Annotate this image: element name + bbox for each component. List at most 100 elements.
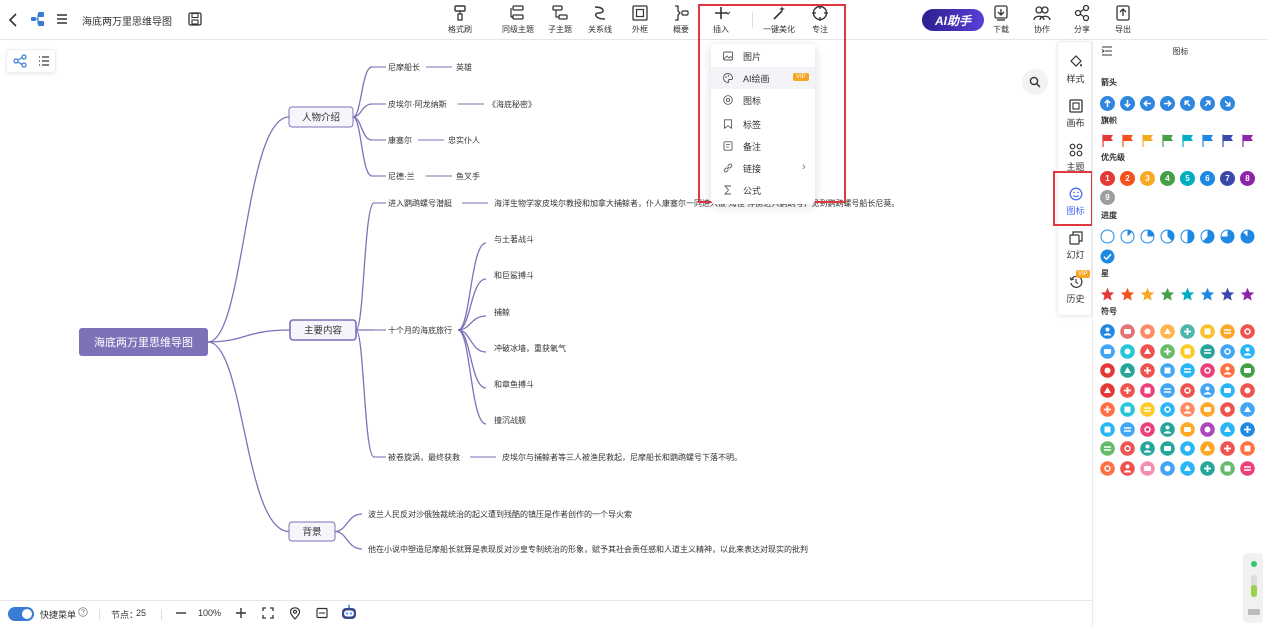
character-node[interactable]: 尼德·兰 xyxy=(388,171,415,181)
branch-node-label[interactable]: 主要内容 xyxy=(304,325,343,337)
priority-icon[interactable]: 6 xyxy=(1200,171,1215,186)
share-button[interactable]: 分享 xyxy=(1060,4,1104,36)
menu-icon[interactable] xyxy=(56,13,68,28)
search-button[interactable] xyxy=(1022,69,1048,95)
sibling-topic-button[interactable]: 同级主题 xyxy=(496,4,540,36)
symbol-icon[interactable] xyxy=(1200,363,1215,378)
symbol-icon[interactable] xyxy=(1160,343,1175,359)
flag-icon[interactable] xyxy=(1100,133,1115,148)
star-icon[interactable] xyxy=(1180,287,1195,302)
symbol-icon[interactable] xyxy=(1220,402,1235,417)
plot-node[interactable]: 十个月的海底旅行 xyxy=(388,325,452,335)
journey-event-node[interactable]: 和章鱼搏斗 xyxy=(494,379,534,389)
background-node[interactable]: 他在小说中塑造尼摩船长就算是表现反对沙皇专制统治的形象，赋予其社会责任感和人道主… xyxy=(368,544,808,554)
journey-event-node[interactable]: 冲破冰墙，重获氧气 xyxy=(494,343,566,353)
progress-icon[interactable] xyxy=(1220,229,1235,244)
symbol-icon[interactable] xyxy=(1220,343,1235,359)
symbol-icon[interactable] xyxy=(1240,441,1255,456)
character-detail[interactable]: 忠实仆人 xyxy=(448,135,480,145)
symbol-icon[interactable] xyxy=(1180,402,1195,417)
export-button[interactable]: 导出 xyxy=(1101,4,1145,36)
symbol-icon[interactable] xyxy=(1120,441,1135,456)
progress-icon[interactable] xyxy=(1100,249,1115,264)
plot-node[interactable]: 进入鹦鹉螺号潜艇 xyxy=(388,198,452,208)
symbol-icon[interactable] xyxy=(1140,460,1155,476)
background-node[interactable]: 波兰人民反对沙俄独裁统治的起义遭到残酷的镇压是作者创作的一个导火索 xyxy=(368,509,632,519)
flag-icon[interactable] xyxy=(1160,133,1175,148)
star-icon[interactable] xyxy=(1100,287,1115,302)
symbol-icon[interactable] xyxy=(1140,363,1155,378)
plot-node[interactable]: 被卷旋涡，最终获救 xyxy=(388,452,460,462)
download-button[interactable]: 下载 xyxy=(979,4,1023,36)
arrow-icon[interactable] xyxy=(1220,96,1235,111)
minimap-icon[interactable] xyxy=(316,607,328,621)
back-icon[interactable] xyxy=(8,12,18,31)
zoom-in-icon[interactable] xyxy=(235,606,247,622)
progress-icon[interactable] xyxy=(1100,229,1115,244)
symbol-icon[interactable] xyxy=(1140,421,1155,437)
symbol-icon[interactable] xyxy=(1180,324,1195,339)
symbol-icon[interactable] xyxy=(1180,421,1195,437)
arrow-icon[interactable] xyxy=(1120,96,1135,111)
symbol-icon[interactable] xyxy=(1140,402,1155,417)
symbol-icon[interactable] xyxy=(1140,441,1155,456)
star-icon[interactable] xyxy=(1220,287,1235,302)
priority-icon[interactable]: 1 xyxy=(1100,171,1115,186)
symbol-icon[interactable] xyxy=(1240,382,1255,398)
branch-node-label[interactable]: 背景 xyxy=(302,526,321,538)
priority-icon[interactable]: 5 xyxy=(1180,171,1195,186)
symbol-icon[interactable] xyxy=(1160,421,1175,437)
menu-item-tag[interactable]: 标签 xyxy=(711,113,815,135)
symbol-icon[interactable] xyxy=(1220,441,1235,456)
progress-icon[interactable] xyxy=(1200,229,1215,244)
child-topic-button[interactable]: 子主题 xyxy=(538,4,582,36)
menu-item-icon[interactable]: 图标 xyxy=(711,89,815,111)
progress-icon[interactable] xyxy=(1160,229,1175,244)
menu-item-ai-painting[interactable]: AI绘画 VIP xyxy=(711,67,815,89)
symbol-icon[interactable] xyxy=(1160,441,1175,456)
save-icon[interactable] xyxy=(188,12,202,29)
symbol-icon[interactable] xyxy=(1160,382,1175,398)
symbol-icon[interactable] xyxy=(1200,402,1215,417)
symbol-icon[interactable] xyxy=(1160,324,1175,339)
fit-screen-icon[interactable] xyxy=(262,607,274,621)
symbol-icon[interactable] xyxy=(1140,382,1155,398)
arrow-icon[interactable] xyxy=(1200,96,1215,111)
symbol-icon[interactable] xyxy=(1120,363,1135,378)
flag-icon[interactable] xyxy=(1200,133,1215,148)
character-detail[interactable]: 鱼叉手 xyxy=(456,171,480,181)
symbol-icon[interactable] xyxy=(1100,324,1115,339)
document-title[interactable]: 海底两万里思维导图 xyxy=(82,13,172,28)
symbol-icon[interactable] xyxy=(1100,441,1115,456)
menu-item-link[interactable]: 链接 › xyxy=(711,157,815,179)
frame-button[interactable]: 外框 xyxy=(618,4,662,36)
locate-icon[interactable] xyxy=(289,607,301,622)
floating-widget[interactable] xyxy=(1243,553,1263,623)
symbol-icon[interactable] xyxy=(1220,421,1235,437)
symbol-icon[interactable] xyxy=(1160,363,1175,378)
tab-history[interactable]: VIP 历史 xyxy=(1058,270,1093,310)
symbol-icon[interactable] xyxy=(1120,324,1135,339)
tab-slides[interactable]: 幻灯 xyxy=(1058,226,1093,266)
symbol-icon[interactable] xyxy=(1200,460,1215,476)
progress-icon[interactable] xyxy=(1140,229,1155,244)
symbol-icon[interactable] xyxy=(1120,402,1135,417)
journey-event-node[interactable]: 撞沉战舰 xyxy=(494,415,526,425)
menu-item-image[interactable]: 图片 xyxy=(711,45,815,67)
collaborate-button[interactable]: 协作 xyxy=(1020,4,1064,36)
format-painter-button[interactable]: 格式刷 xyxy=(438,4,482,36)
menu-item-note[interactable]: 备注 xyxy=(711,135,815,157)
star-icon[interactable] xyxy=(1160,287,1175,302)
mindmap-canvas[interactable]: 海底两万里思维导图 人物介绍 主要内容 背景 尼摩船长 英雄 皮埃尔·阿龙纳斯 《海底秘密》康… xyxy=(0,41,1056,600)
symbol-icon[interactable] xyxy=(1240,460,1255,476)
plot-detail[interactable]: 皮埃尔与捕鲸者等三人被渔民救起，尼摩船长和鹦鹉螺号下落不明。 xyxy=(502,452,742,462)
symbol-icon[interactable] xyxy=(1240,421,1255,437)
symbol-icon[interactable] xyxy=(1200,343,1215,359)
symbol-icon[interactable] xyxy=(1180,382,1195,398)
symbol-icon[interactable] xyxy=(1120,460,1135,476)
character-node[interactable]: 尼摩船长 xyxy=(388,62,420,72)
symbol-icon[interactable] xyxy=(1100,343,1115,359)
symbol-icon[interactable] xyxy=(1220,460,1235,476)
symbol-icon[interactable] xyxy=(1100,363,1115,378)
zoom-out-icon[interactable] xyxy=(175,606,187,622)
